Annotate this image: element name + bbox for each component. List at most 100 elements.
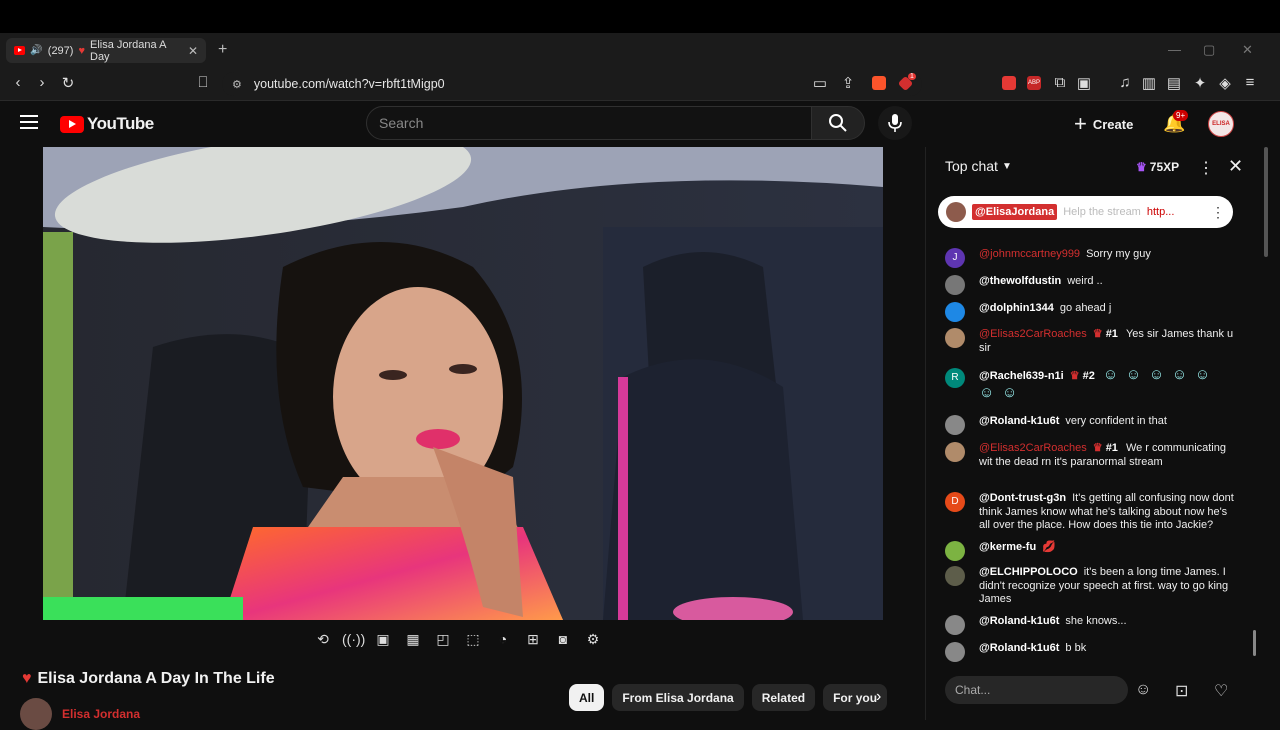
window-close-icon[interactable]: ✕ [1242, 42, 1253, 58]
more-options-icon[interactable]: ⋮ [1198, 158, 1214, 178]
wallet-icon[interactable]: ▤ [1164, 74, 1184, 92]
loop-icon[interactable]: ⟲ [312, 628, 334, 650]
leo-ai-icon[interactable]: ✦ [1190, 74, 1210, 92]
youtube-logo[interactable]: YouTube [60, 114, 154, 134]
chat-message[interactable]: J @johnmccartney999 Sorry my guy [945, 248, 1235, 268]
media-icon[interactable]: ♫ [1115, 74, 1135, 91]
pinned-more-icon[interactable]: ⋮ [1211, 204, 1225, 221]
menu-icon[interactable]: ≡ [1240, 74, 1260, 91]
tab-close-icon[interactable]: ✕ [188, 44, 198, 58]
youtube-extension-icon[interactable] [1002, 76, 1016, 90]
chip-from-elisa-jordana[interactable]: From Elisa Jordana [612, 684, 744, 711]
chat-message[interactable]: D @Dont-trust-g3n It's getting all confusi… [945, 492, 1235, 533]
site-info-icon[interactable]: ⚙ [232, 78, 242, 91]
pinned-text: Help the stream [1063, 206, 1141, 218]
create-button[interactable]: + Create [1074, 110, 1133, 138]
chat-message-body: @Roland-k1u6t b bk [979, 642, 1235, 656]
chat-author[interactable]: @ELCHIPPOLOCO [979, 566, 1078, 578]
chat-avatar[interactable] [945, 328, 965, 348]
chat-author[interactable]: @Roland-k1u6t [979, 615, 1059, 627]
new-tab-button[interactable]: + [218, 41, 227, 59]
screenshot-icon[interactable]: ▣ [1074, 74, 1094, 92]
film-icon[interactable]: ▦ [402, 628, 424, 650]
voice-search-button[interactable] [878, 106, 912, 140]
chat-avatar[interactable] [945, 566, 965, 586]
maximize-icon[interactable]: ▢ [1203, 42, 1215, 58]
screenshot-camera-icon[interactable]: ◙ [552, 628, 574, 650]
account-avatar[interactable]: ELISA [1208, 111, 1234, 137]
chat-message[interactable]: @Elisas2CarRoaches ♛ #1 We r communicating… [945, 442, 1235, 469]
pinned-message[interactable]: @ElisaJordana Help the stream http... ⋮ [938, 196, 1233, 228]
bookmark-icon[interactable]: ⎕ [193, 74, 213, 91]
search-button[interactable] [811, 106, 865, 140]
minimize-icon[interactable]: — [1168, 42, 1181, 57]
chat-author[interactable]: @Rachel639-n1i [979, 370, 1064, 382]
chat-author[interactable]: @Elisas2CarRoaches [979, 328, 1087, 340]
reload-icon[interactable]: ↻ [58, 74, 78, 92]
chat-avatar[interactable] [945, 302, 965, 322]
video-player[interactable] [43, 147, 883, 620]
sidebar-icon[interactable]: ▥ [1139, 74, 1159, 92]
chat-avatar[interactable] [945, 415, 965, 435]
chat-author[interactable]: @Roland-k1u6t [979, 415, 1059, 427]
picture-in-picture-icon[interactable]: ◰ [432, 628, 454, 650]
chat-scrollbar[interactable] [1253, 630, 1256, 656]
chat-author[interactable]: @Elisas2CarRoaches [979, 442, 1087, 454]
chat-author[interactable]: @johnmccartney999 [979, 248, 1080, 260]
chat-message[interactable]: @thewolfdustin weird .. [945, 275, 1235, 295]
chat-message[interactable]: @kerme-fu 💋 [945, 541, 1235, 561]
speaker-icon[interactable]: 🔊 [30, 45, 42, 56]
emoji-icon[interactable]: ☺ [1135, 681, 1151, 699]
chat-avatar[interactable] [945, 275, 965, 295]
chat-avatar[interactable] [945, 541, 965, 561]
chat-author[interactable]: @dolphin1344 [979, 302, 1054, 314]
heart-reaction-icon[interactable]: ♡ [1214, 681, 1228, 701]
chat-message[interactable]: @ELCHIPPOLOCO it's been a long time James… [945, 566, 1235, 607]
back-icon[interactable]: ‹ [8, 74, 28, 91]
chat-avatar[interactable] [945, 615, 965, 635]
cast-icon[interactable]: ▭ [810, 74, 830, 92]
brave-shield-icon[interactable] [872, 76, 886, 90]
chat-avatar[interactable]: J [945, 248, 965, 268]
guide-menu-icon[interactable] [20, 115, 38, 129]
chat-author[interactable]: @Roland-k1u6t [979, 642, 1059, 654]
frame-icon[interactable]: ⬚ [462, 628, 484, 650]
chat-author[interactable]: @Dont-trust-g3n [979, 492, 1066, 504]
chat-message[interactable]: @Roland-k1u6t she knows... [945, 615, 1235, 635]
chat-message[interactable]: @Elisas2CarRoaches ♛ #1 Yes sir James than… [945, 328, 1235, 355]
search-input[interactable]: Search [366, 106, 812, 140]
chat-author[interactable]: @thewolfdustin [979, 275, 1061, 287]
chat-mode-dropdown[interactable]: Top chat ▼ [945, 158, 1012, 174]
xp-badge[interactable]: ♛ 75XP [1136, 160, 1179, 174]
adblock-icon[interactable]: ABP [1027, 76, 1041, 90]
super-chat-icon[interactable]: ⊡ [1175, 681, 1188, 701]
chat-avatar[interactable] [945, 642, 965, 662]
add-clip-icon[interactable]: ⊞ [522, 628, 544, 650]
chat-avatar[interactable] [945, 442, 965, 462]
share-icon[interactable]: ⇪ [838, 74, 858, 92]
speed-icon[interactable]: ◔ [492, 628, 514, 650]
browser-tab[interactable]: 🔊 (297) ♥ Elisa Jordana A Day ✕ [6, 38, 206, 63]
chevron-right-icon[interactable]: › [876, 688, 881, 706]
chat-avatar[interactable]: D [945, 492, 965, 512]
vpn-icon[interactable]: ◈ [1215, 74, 1235, 92]
channel-avatar[interactable] [20, 698, 52, 730]
page-scrollbar[interactable] [1264, 147, 1268, 257]
chat-input[interactable]: Chat... [945, 676, 1128, 704]
chip-related[interactable]: Related [751, 684, 816, 711]
chat-message[interactable]: @Roland-k1u6t very confident in that [945, 415, 1235, 435]
extensions-icon[interactable]: ⧉ [1050, 74, 1070, 91]
channel-name[interactable]: Elisa Jordana [62, 707, 140, 721]
close-chat-icon[interactable]: ✕ [1228, 156, 1243, 177]
cinema-icon[interactable]: ▣ [372, 628, 394, 650]
chat-message[interactable]: @dolphin1344 go ahead j [945, 302, 1235, 322]
chat-author[interactable]: @kerme-fu [979, 541, 1036, 553]
chat-message[interactable]: R @Rachel639-n1i ♛ #2 ☺ ☺ ☺ ☺ ☺ ☺ ☺ [945, 367, 1235, 404]
audio-icon[interactable]: ((·)) [342, 628, 365, 650]
chat-avatar[interactable]: R [945, 368, 965, 388]
pinned-link[interactable]: http... [1147, 206, 1175, 218]
chat-message[interactable]: @Roland-k1u6t b bk [945, 642, 1235, 662]
chip-all[interactable]: All [569, 684, 605, 711]
settings-gear-icon[interactable]: ⚙ [582, 628, 604, 650]
forward-icon[interactable]: › [32, 74, 52, 91]
